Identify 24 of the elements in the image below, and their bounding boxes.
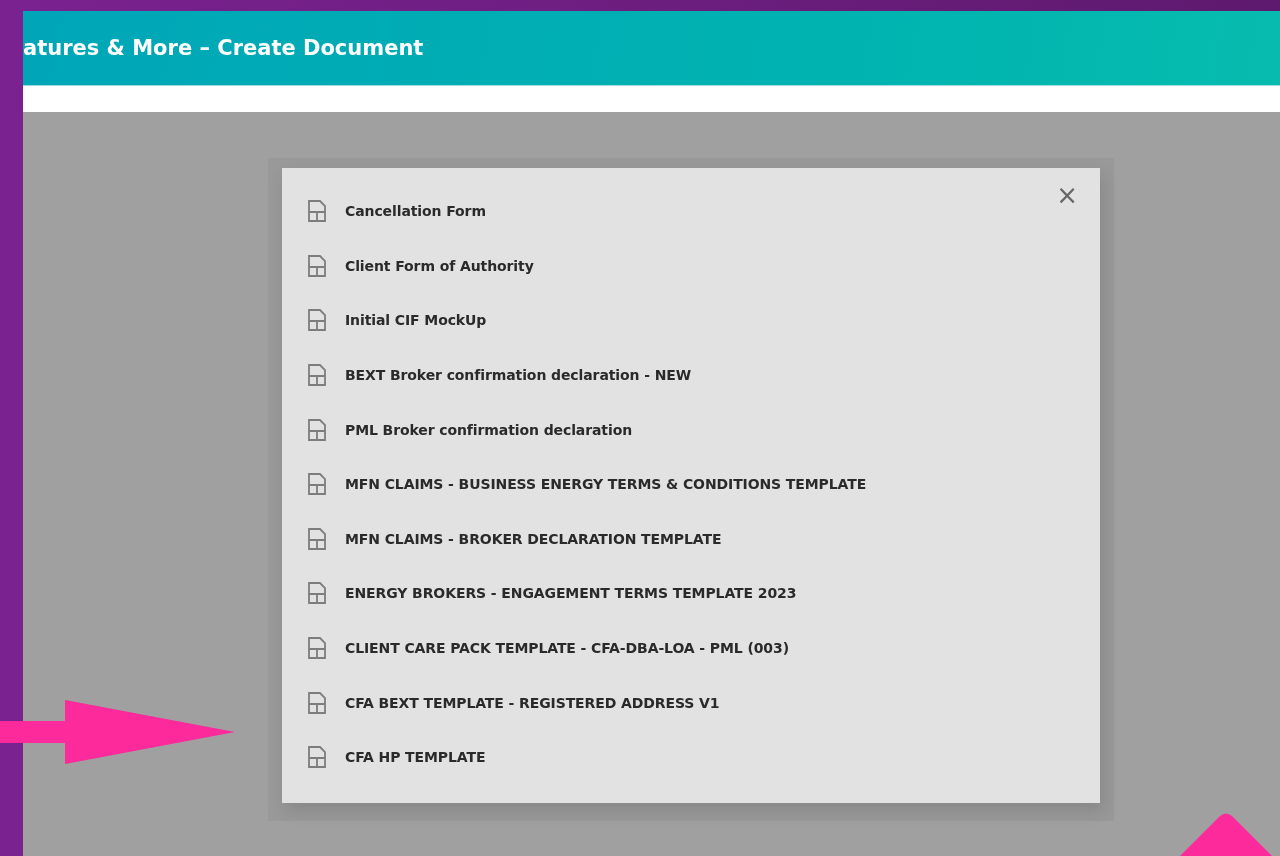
template-item[interactable]: PML Broker confirmation declaration bbox=[345, 421, 633, 438]
template-item[interactable]: BEXT Broker confirmation declaration - NEW bbox=[345, 367, 692, 384]
template-item[interactable]: Client Form of Authority bbox=[345, 257, 534, 274]
document-icon bbox=[307, 309, 327, 332]
template-item[interactable]: MFN CLAIMS - BROKER DECLARATION TEMPLATE bbox=[345, 530, 722, 547]
template-item[interactable]: CFA BEXT TEMPLATE - REGISTERED ADDRESS V1 bbox=[345, 694, 720, 711]
template-item[interactable]: Initial CIF MockUp bbox=[345, 312, 487, 329]
template-item[interactable]: CFA HP TEMPLATE bbox=[345, 749, 486, 766]
template-item[interactable]: MFN CLAIMS - BUSINESS ENERGY TERMS & CONDITIONS TEMPLATE bbox=[345, 476, 867, 493]
document-icon bbox=[307, 582, 327, 605]
template-item[interactable]: ENERGY BROKERS - ENGAGEMENT TERMS TEMPLATE 2023 bbox=[345, 585, 797, 602]
template-item[interactable]: Cancellation Form bbox=[345, 203, 486, 220]
document-icon bbox=[307, 200, 327, 223]
document-icon bbox=[307, 746, 327, 769]
template-item[interactable]: CLIENT CARE PACK TEMPLATE - CFA-DBA-LOA - PML (003) bbox=[345, 640, 789, 657]
document-icon bbox=[307, 691, 327, 714]
document-icon bbox=[307, 364, 327, 387]
close-button[interactable]: × bbox=[1052, 180, 1082, 210]
document-icon bbox=[307, 637, 327, 660]
document-icon bbox=[307, 527, 327, 550]
document-icon bbox=[307, 418, 327, 441]
document-icon bbox=[307, 254, 327, 277]
document-icon bbox=[307, 473, 327, 496]
page-title: atures & More – Create Document bbox=[23, 36, 424, 60]
